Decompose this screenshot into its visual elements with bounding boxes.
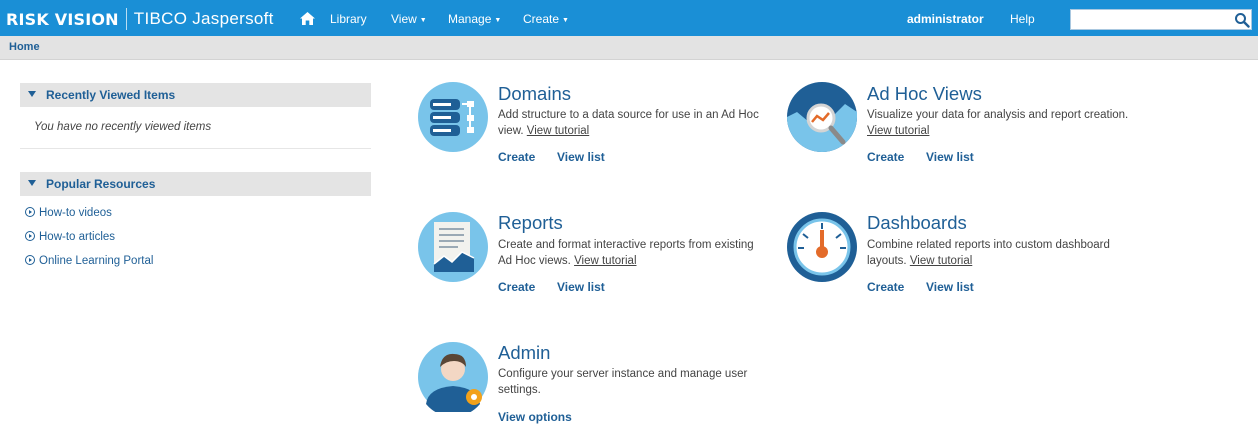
adhoc-create-link[interactable]: Create bbox=[867, 150, 904, 164]
dashboards-create-link[interactable]: Create bbox=[867, 280, 904, 294]
nav-view-menu[interactable]: View ▼ bbox=[391, 12, 427, 26]
nav-create-menu[interactable]: Create ▼ bbox=[523, 12, 569, 26]
dashboards-tutorial-link[interactable]: View tutorial bbox=[910, 255, 972, 267]
nav-manage-label: Manage bbox=[448, 12, 492, 26]
adhoc-view-list-link[interactable]: View list bbox=[926, 150, 974, 164]
admin-description: Configure your server instance and manag… bbox=[498, 368, 748, 396]
adhoc-title: Ad Hoc Views bbox=[867, 83, 982, 104]
collapse-triangle-icon[interactable] bbox=[28, 180, 36, 186]
play-circle-icon bbox=[25, 231, 35, 241]
report-icon[interactable] bbox=[418, 212, 488, 282]
domains-title: Domains bbox=[498, 83, 571, 104]
top-nav-bar: RISK VISION TIBCO Jaspersoft Library Vie… bbox=[0, 0, 1258, 36]
search-icon[interactable] bbox=[1234, 12, 1250, 28]
resource-link-label: How-to articles bbox=[39, 231, 116, 243]
reports-view-list-link[interactable]: View list bbox=[557, 280, 605, 294]
reports-description: Create and format interactive reports fr… bbox=[498, 237, 760, 269]
chevron-down-icon: ▼ bbox=[562, 17, 569, 24]
nav-library[interactable]: Library bbox=[330, 12, 367, 26]
magnifier-chart-icon[interactable] bbox=[787, 82, 857, 152]
adhoc-tutorial-link[interactable]: View tutorial bbox=[867, 125, 929, 137]
adhoc-description: Visualize your data for analysis and rep… bbox=[867, 107, 1129, 139]
brand-logo: RISK VISION TIBCO Jaspersoft bbox=[6, 8, 274, 30]
dashboards-desc-text: Combine related reports into custom dash… bbox=[867, 239, 1110, 267]
play-circle-icon bbox=[25, 207, 35, 217]
search-input[interactable] bbox=[1070, 9, 1252, 30]
nav-manage-menu[interactable]: Manage ▼ bbox=[448, 12, 501, 26]
recent-items-empty-message: You have no recently viewed items bbox=[34, 121, 212, 133]
resource-link-learning-portal[interactable]: Online Learning Portal bbox=[25, 255, 153, 267]
gauge-icon[interactable] bbox=[787, 212, 857, 282]
dashboards-view-list-link[interactable]: View list bbox=[926, 280, 974, 294]
resource-link-howto-articles[interactable]: How-to articles bbox=[25, 231, 115, 243]
brand-divider bbox=[125, 8, 127, 30]
domains-description: Add structure to a data source for use i… bbox=[498, 107, 760, 139]
home-icon[interactable] bbox=[299, 11, 316, 26]
resource-link-howto-videos[interactable]: How-to videos bbox=[25, 207, 112, 219]
resource-link-label: How-to videos bbox=[39, 207, 112, 219]
popular-resources-header[interactable]: Popular Resources bbox=[20, 172, 371, 196]
resource-link-label: Online Learning Portal bbox=[39, 255, 154, 267]
adhoc-desc-text: Visualize your data for analysis and rep… bbox=[867, 109, 1129, 121]
brand-primary: RISK VISION bbox=[6, 9, 119, 29]
help-link[interactable]: Help bbox=[1010, 12, 1035, 26]
brand-secondary: TIBCO Jaspersoft bbox=[133, 9, 274, 28]
breadcrumb-bar: Home bbox=[0, 36, 1258, 60]
nav-create-label: Create bbox=[523, 12, 560, 26]
chevron-down-icon: ▼ bbox=[419, 17, 427, 24]
dashboards-description: Combine related reports into custom dash… bbox=[867, 237, 1129, 269]
dashboards-title: Dashboards bbox=[867, 212, 967, 233]
admin-title: Admin bbox=[498, 342, 551, 363]
reports-title: Reports bbox=[498, 212, 563, 233]
domains-create-link[interactable]: Create bbox=[498, 150, 535, 164]
reports-tutorial-link[interactable]: View tutorial bbox=[574, 255, 636, 267]
popular-resources-title: Popular Resources bbox=[46, 177, 156, 191]
reports-create-link[interactable]: Create bbox=[498, 280, 535, 294]
recent-items-header[interactable]: Recently Viewed Items bbox=[20, 83, 371, 107]
domains-view-list-link[interactable]: View list bbox=[557, 150, 605, 164]
admin-user-icon[interactable] bbox=[418, 342, 488, 412]
admin-view-options-link[interactable]: View options bbox=[498, 410, 572, 424]
nav-view-label: View bbox=[391, 12, 417, 26]
collapse-triangle-icon[interactable] bbox=[28, 91, 36, 97]
recent-items-title: Recently Viewed Items bbox=[46, 88, 176, 102]
chevron-down-icon: ▼ bbox=[494, 17, 502, 24]
user-menu[interactable]: administrator bbox=[907, 12, 984, 26]
play-circle-icon bbox=[25, 255, 35, 265]
database-icon[interactable] bbox=[418, 82, 488, 152]
domains-tutorial-link[interactable]: View tutorial bbox=[527, 125, 589, 137]
panel-divider bbox=[20, 148, 371, 149]
breadcrumb-home[interactable]: Home bbox=[9, 41, 40, 53]
